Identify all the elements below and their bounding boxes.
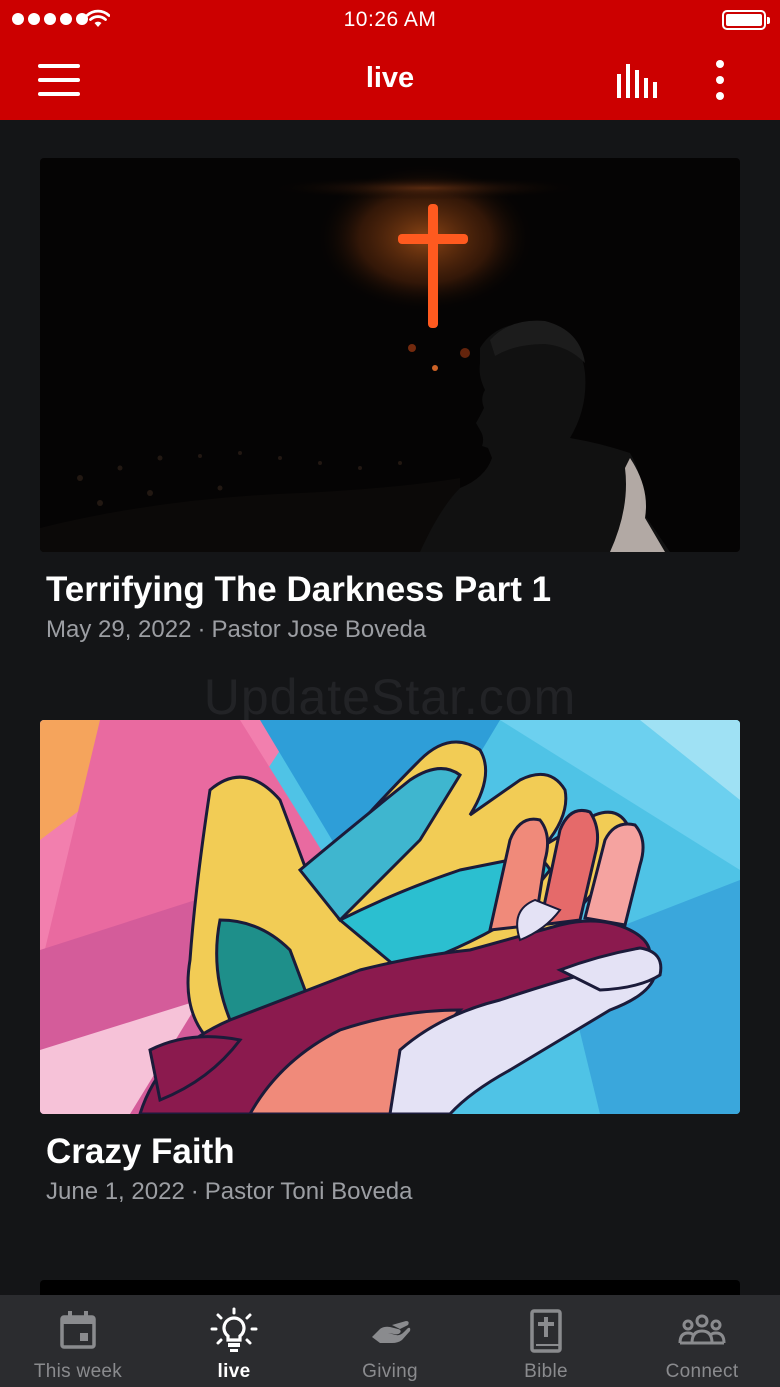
more-options-icon[interactable] [708, 58, 732, 102]
sermon-thumbnail-hands-mural [40, 720, 740, 1114]
calendar-icon [60, 1311, 96, 1349]
battery-icon [722, 10, 770, 30]
tab-this-week[interactable]: This week [0, 1295, 156, 1387]
tab-label: live [217, 1361, 251, 1382]
tab-live[interactable]: live [156, 1295, 312, 1387]
watermark: UpdateStar.com [203, 669, 577, 725]
tab-bible[interactable]: Bible [468, 1295, 624, 1387]
page-title: live [365, 62, 415, 94]
status-time: 10:26 AM [343, 8, 437, 31]
tab-label: Bible [524, 1361, 568, 1382]
hamburger-menu-icon[interactable] [38, 64, 80, 96]
tab-label: This week [33, 1361, 123, 1382]
sermon-meta: May 29, 2022 · Pastor Jose Boveda [46, 616, 426, 644]
tab-label: Giving [362, 1361, 418, 1382]
lightbulb-icon [210, 1307, 258, 1352]
meta-separator: · [197, 616, 206, 643]
sermon-date: May 29, 2022 [46, 616, 192, 643]
sermon-title: Crazy Faith [46, 1132, 235, 1171]
top-bar: 10:26 AM live [0, 0, 780, 120]
sermon-list: Terrifying The Darkness Part 1 May 29, 2… [0, 120, 780, 1295]
meta-separator: · [190, 1178, 199, 1205]
people-icon [678, 1314, 726, 1345]
tab-giving[interactable]: Giving [312, 1295, 468, 1387]
giving-hand-icon [372, 1321, 411, 1343]
app-bar: live [0, 40, 780, 120]
sermon-speaker: Pastor Jose Boveda [211, 616, 427, 643]
bottom-tab-bar: This week live Giving Bible Connect [0, 1295, 780, 1387]
sermon-card[interactable]: Crazy Faith June 1, 2022 · Pastor Toni Bov… [40, 720, 740, 1205]
tab-connect[interactable]: Connect [624, 1295, 780, 1387]
sermon-speaker: Pastor Toni Boveda [204, 1178, 413, 1205]
status-bar: 10:26 AM [0, 0, 780, 40]
sermon-thumbnail-cross [40, 158, 740, 552]
bible-icon [530, 1309, 562, 1353]
sermon-meta: June 1, 2022 · Pastor Toni Boveda [46, 1178, 413, 1206]
sermon-title: Terrifying The Darkness Part 1 [46, 570, 552, 609]
tab-label: Connect [665, 1361, 739, 1382]
sermon-card[interactable]: Terrifying The Darkness Part 1 May 29, 2… [40, 158, 740, 643]
audio-levels-icon[interactable] [614, 64, 660, 98]
sermon-date: June 1, 2022 [46, 1178, 185, 1205]
sermon-card-partial[interactable] [40, 1280, 740, 1295]
